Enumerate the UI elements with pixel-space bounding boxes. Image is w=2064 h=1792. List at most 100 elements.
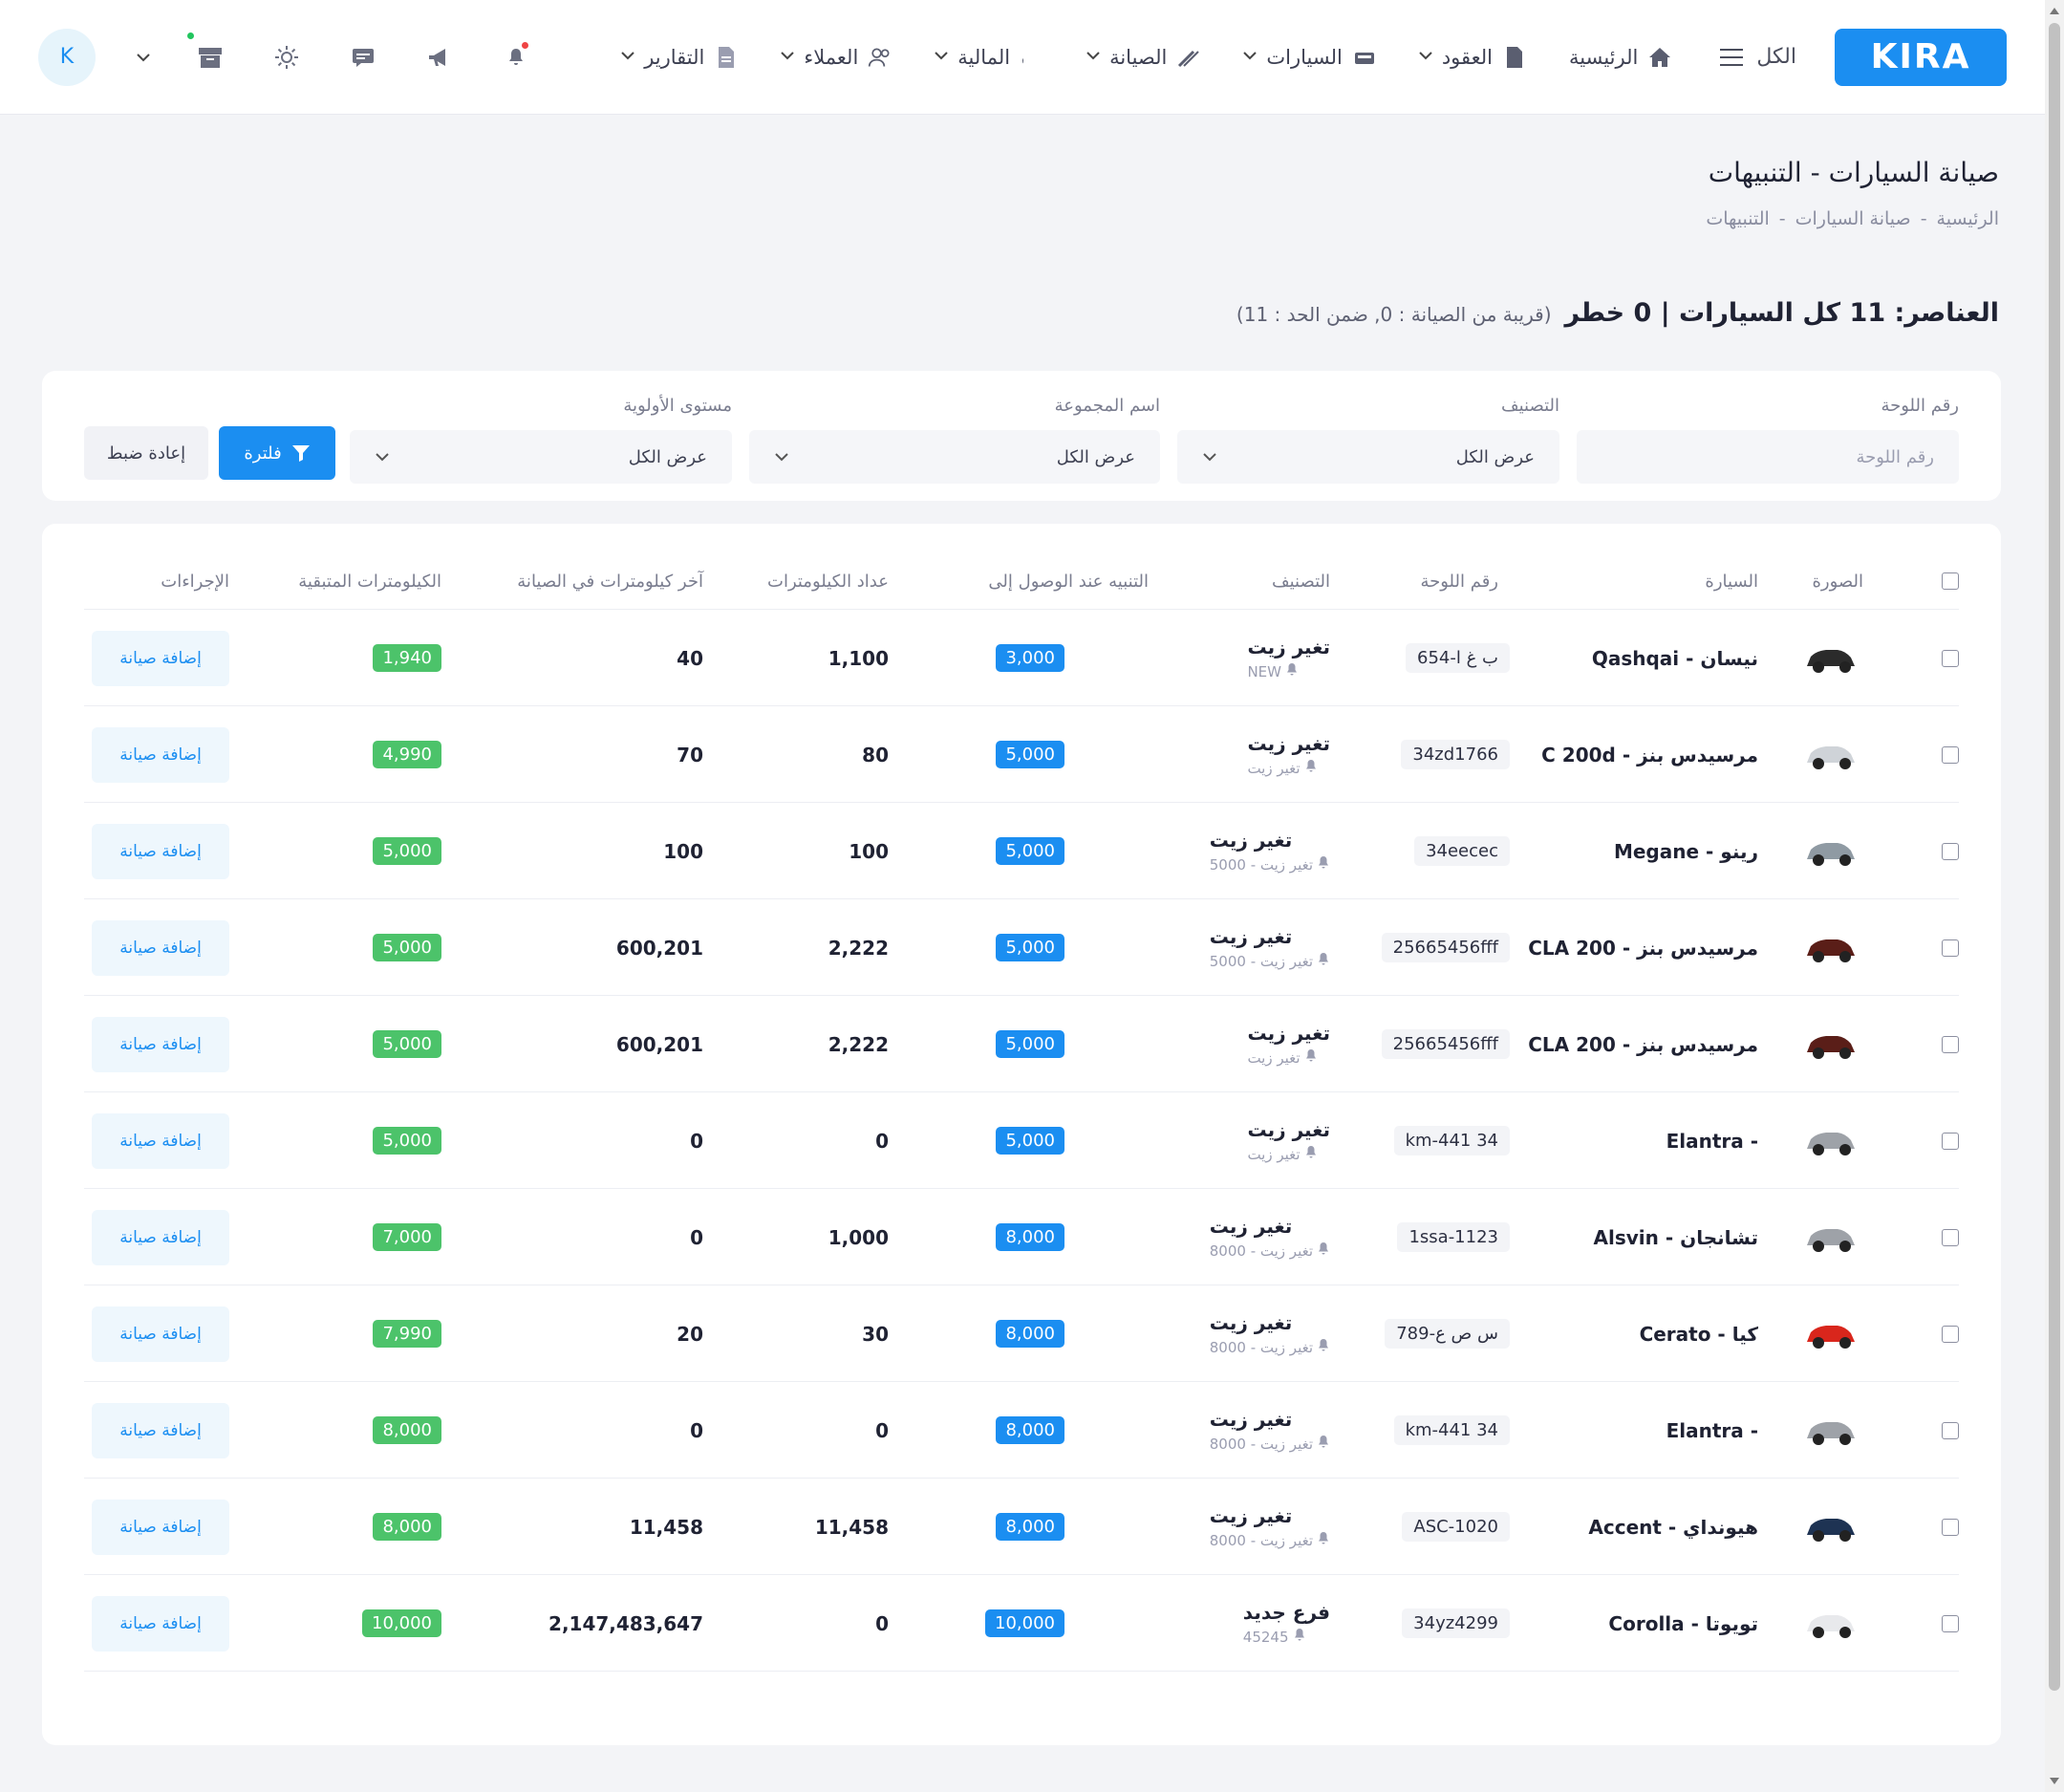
car-name-cell: - Elantra: [1666, 1092, 1758, 1189]
nav-item-2[interactable]: السيارات: [1243, 45, 1376, 70]
chevron-down-icon: [935, 50, 949, 64]
megaphone-icon[interactable]: [420, 38, 459, 76]
category-select[interactable]: عرض الكل: [1177, 430, 1559, 484]
plate-cell: km-441 34: [1393, 1382, 1510, 1479]
car-name[interactable]: تشانجان - Alsvin: [1594, 1226, 1758, 1249]
last-service-value: 20: [677, 1322, 703, 1346]
row-checkbox[interactable]: [1942, 1421, 1959, 1439]
add-maintenance-button[interactable]: إضافة صيانة: [92, 1112, 229, 1169]
breadcrumb-separator: -: [1920, 208, 1927, 229]
category-detail: تغير زيت - 5000: [1210, 855, 1330, 874]
car-name[interactable]: هيونداي - Accent: [1588, 1516, 1758, 1539]
box-icon[interactable]: [187, 32, 229, 76]
nav-item-3[interactable]: الصيانة: [1086, 45, 1201, 70]
table-row: تشانجان - Alsvin 1ssa-1123 تغير زيت تغير زي…: [84, 1189, 1959, 1285]
items-summary: العناصر: 11 كل السيارات | 0 خطر (قريبة م…: [1236, 298, 1999, 328]
chevron-down-icon[interactable]: [134, 38, 153, 76]
odometer-cell: 100: [849, 803, 889, 899]
nav-item-0[interactable]: الرئيسية: [1569, 45, 1672, 70]
add-maintenance-button[interactable]: إضافة صيانة: [92, 1402, 229, 1458]
car-name[interactable]: - Elantra: [1666, 1419, 1758, 1442]
odometer-value: 0: [875, 1418, 889, 1442]
add-maintenance-button[interactable]: إضافة صيانة: [92, 1306, 229, 1362]
category-detail: تغير زيت - 8000: [1210, 1241, 1330, 1260]
row-select-cell: [1942, 1382, 1959, 1479]
car-name[interactable]: تويوتا - Corolla: [1608, 1612, 1758, 1635]
nav-item-6[interactable]: التقارير: [621, 45, 739, 70]
category-name: تغير زيت: [1247, 732, 1330, 755]
nav-item-4[interactable]: $ المالية: [935, 44, 1044, 71]
car-thumbnail: [1802, 1402, 1860, 1459]
add-maintenance-button[interactable]: إضافة صيانة: [92, 630, 229, 686]
add-maintenance-button[interactable]: إضافة صيانة: [92, 1499, 229, 1555]
avatar[interactable]: K: [38, 28, 96, 86]
priority-select[interactable]: عرض الكل: [350, 430, 732, 484]
col-alert-at: التنبيه عند الوصول إلى: [988, 571, 1149, 592]
all-menu-toggle[interactable]: الكل: [1720, 45, 1796, 69]
scroll-down-arrow[interactable]: [2050, 1778, 2059, 1784]
row-checkbox[interactable]: [1942, 1325, 1959, 1343]
breadcrumb-maintenance[interactable]: صيانة السيارات: [1795, 208, 1911, 229]
kira-logo[interactable]: KIRA: [1835, 28, 2007, 86]
row-checkbox[interactable]: [1942, 939, 1959, 957]
page-scrollbar[interactable]: [2045, 0, 2064, 1792]
last-service-cell: 2,147,483,647: [548, 1575, 703, 1672]
category-filter: التصنيف عرض الكل: [1177, 396, 1559, 484]
summary-sub: (قريبة من الصيانة : 0, ضمن الحد : 11): [1236, 303, 1552, 326]
breadcrumb-home[interactable]: الرئيسية: [1937, 208, 1999, 229]
bell-icon: [1317, 1241, 1330, 1260]
row-checkbox[interactable]: [1942, 649, 1959, 667]
document-icon: [1502, 45, 1527, 70]
row-checkbox[interactable]: [1942, 1518, 1959, 1536]
category-detail-text: تغير زيت - 5000: [1209, 855, 1313, 874]
chevron-down-icon: [1243, 50, 1258, 64]
row-checkbox[interactable]: [1942, 1035, 1959, 1053]
add-maintenance-button[interactable]: إضافة صيانة: [92, 726, 229, 783]
bell-icon[interactable]: [497, 38, 535, 76]
car-name[interactable]: رينو - Megane: [1614, 840, 1758, 863]
plate-cell: ASC-1020: [1402, 1479, 1510, 1575]
filter-button[interactable]: فلترة: [219, 426, 335, 480]
car-name[interactable]: مرسيدس بنز - CLA 200: [1528, 937, 1758, 960]
chat-icon[interactable]: [344, 38, 382, 76]
car-name[interactable]: مرسيدس بنز - CLA 200: [1528, 1033, 1758, 1056]
sun-icon[interactable]: [268, 38, 306, 76]
row-checkbox[interactable]: [1942, 1228, 1959, 1246]
row-checkbox[interactable]: [1942, 842, 1959, 860]
plate-badge: 25665456fff: [1381, 1029, 1510, 1059]
plate-badge: س ص ع-789: [1385, 1319, 1510, 1349]
car-image-cell: [1802, 1479, 1860, 1575]
reset-button[interactable]: إعادة ضبط: [84, 426, 208, 480]
car-name[interactable]: نيسان - Qashqai: [1592, 647, 1758, 670]
car-thumbnail: [1802, 630, 1860, 687]
car-name[interactable]: كيا - Cerato: [1640, 1323, 1758, 1346]
remaining-cell: 5,000: [373, 1092, 441, 1189]
add-maintenance-button[interactable]: إضافة صيانة: [92, 919, 229, 976]
nav-item-5[interactable]: العملاء: [781, 45, 892, 70]
category-detail: تغير زيت - 8000: [1210, 1338, 1330, 1356]
car-thumbnail: [1802, 1499, 1860, 1556]
scroll-up-arrow[interactable]: [2050, 8, 2059, 14]
remaining-badge: 8,000: [373, 1416, 441, 1444]
row-checkbox[interactable]: [1942, 745, 1959, 764]
row-checkbox[interactable]: [1942, 1614, 1959, 1632]
category-cell: تغير زيت NEW: [1247, 610, 1330, 706]
add-maintenance-button[interactable]: إضافة صيانة: [92, 823, 229, 879]
plate-search-input[interactable]: رقم اللوحة: [1577, 430, 1959, 484]
row-checkbox[interactable]: [1942, 1132, 1959, 1150]
car-name[interactable]: مرسيدس بنز - C 200d: [1541, 744, 1758, 766]
add-maintenance-button[interactable]: إضافة صيانة: [92, 1595, 229, 1652]
select-all-checkbox[interactable]: [1942, 572, 1959, 590]
group-select[interactable]: عرض الكل: [749, 430, 1160, 484]
alert-at-cell: 10,000: [985, 1575, 1064, 1672]
remaining-badge: 7,990: [373, 1320, 441, 1348]
car-name[interactable]: - Elantra: [1666, 1130, 1758, 1153]
scroll-thumb[interactable]: [2049, 23, 2060, 1691]
car-thumbnail: [1802, 823, 1860, 880]
add-maintenance-button[interactable]: إضافة صيانة: [92, 1016, 229, 1072]
alerts-table: الصورة السيارة رقم اللوحة التصنيف التنبي…: [42, 524, 2001, 1745]
alert-at-badge: 5,000: [996, 741, 1064, 768]
nav-item-1[interactable]: العقود: [1419, 45, 1527, 70]
remaining-badge: 5,000: [373, 934, 441, 961]
add-maintenance-button[interactable]: إضافة صيانة: [92, 1209, 229, 1265]
